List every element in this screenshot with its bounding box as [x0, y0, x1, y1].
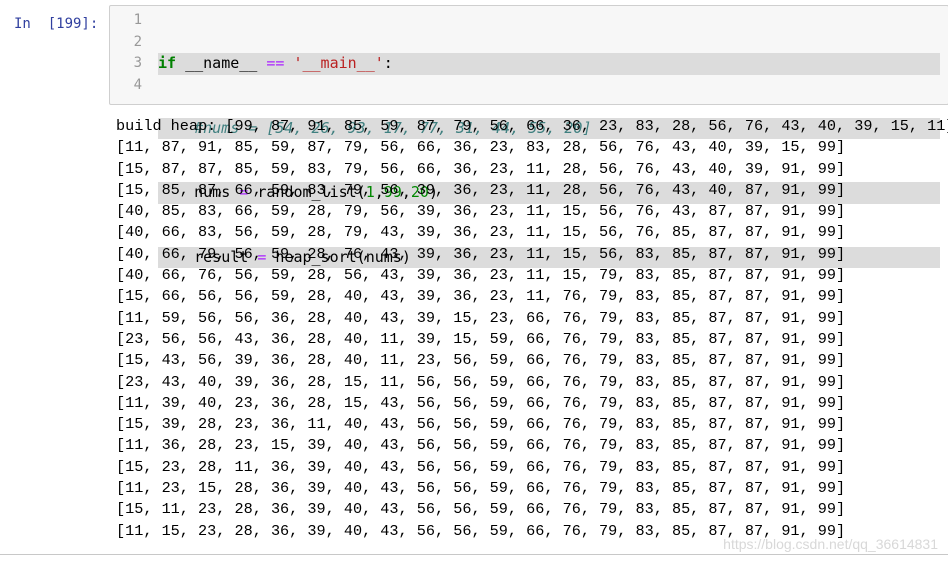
- output-line: [15, 11, 23, 28, 36, 39, 40, 43, 56, 56,…: [116, 500, 846, 519]
- code-token: __name__: [176, 54, 267, 72]
- string-literal: '__main__': [293, 54, 384, 72]
- output-line: [11, 59, 56, 56, 36, 28, 40, 43, 39, 15,…: [116, 308, 846, 327]
- watermark: https://blog.csdn.net/qq_36614831: [723, 536, 938, 552]
- code-cell-input[interactable]: 1 2 3 4 if __name__ == '__main__': #nums…: [109, 5, 948, 268]
- output-line: [11, 87, 91, 85, 59, 87, 79, 56, 66, 36,…: [116, 138, 846, 157]
- line-number: 2: [133, 33, 142, 50]
- output-line: [23, 43, 40, 39, 36, 28, 15, 11, 56, 56,…: [116, 372, 846, 391]
- line-number: 3: [133, 55, 142, 71]
- line-number-gutter: 1 2 3 4: [110, 10, 148, 96]
- line-number: 4: [133, 76, 142, 93]
- cell-output: build heap: [99, 87, 91, 85, 59, 87, 79,…: [116, 116, 948, 542]
- code-token: :: [383, 54, 393, 72]
- output-line: [40, 66, 83, 56, 59, 28, 79, 43, 39, 36,…: [116, 223, 846, 242]
- output-line: [15, 23, 28, 11, 36, 39, 40, 43, 56, 56,…: [116, 457, 846, 476]
- output-line: [15, 66, 56, 56, 59, 28, 40, 43, 39, 36,…: [116, 287, 846, 306]
- line-number: 1: [133, 12, 142, 28]
- output-line: build heap: [99, 87, 91, 85, 59, 87, 79,…: [116, 117, 948, 135]
- output-line: [11, 39, 40, 23, 36, 28, 15, 43, 56, 56,…: [116, 393, 846, 412]
- output-line: [40, 85, 83, 66, 59, 28, 79, 56, 39, 36,…: [116, 202, 846, 221]
- output-line: [40, 66, 79, 56, 59, 28, 76, 43, 39, 36,…: [116, 244, 846, 263]
- output-line: [11, 36, 28, 23, 15, 39, 40, 43, 56, 56,…: [116, 436, 846, 455]
- output-line: [15, 85, 87, 66, 59, 83, 79, 56, 39, 36,…: [116, 180, 846, 199]
- output-line: [23, 56, 56, 43, 36, 28, 40, 11, 39, 15,…: [116, 329, 846, 348]
- input-prompt: In [199]:: [14, 16, 99, 32]
- output-line: [15, 87, 87, 85, 59, 83, 79, 56, 66, 36,…: [116, 159, 846, 178]
- cell-divider: [0, 554, 948, 555]
- keyword-if: if: [158, 54, 177, 72]
- output-line: [11, 23, 15, 28, 36, 39, 40, 43, 56, 56,…: [116, 479, 846, 498]
- output-line: [40, 66, 76, 56, 59, 28, 56, 43, 39, 36,…: [116, 266, 846, 285]
- output-line: [15, 39, 28, 23, 36, 11, 40, 43, 56, 56,…: [116, 415, 846, 434]
- operator: ==: [266, 54, 285, 72]
- code-line-1[interactable]: if __name__ == '__main__':: [158, 53, 940, 75]
- output-line: [15, 43, 56, 39, 36, 28, 40, 11, 23, 56,…: [116, 351, 846, 370]
